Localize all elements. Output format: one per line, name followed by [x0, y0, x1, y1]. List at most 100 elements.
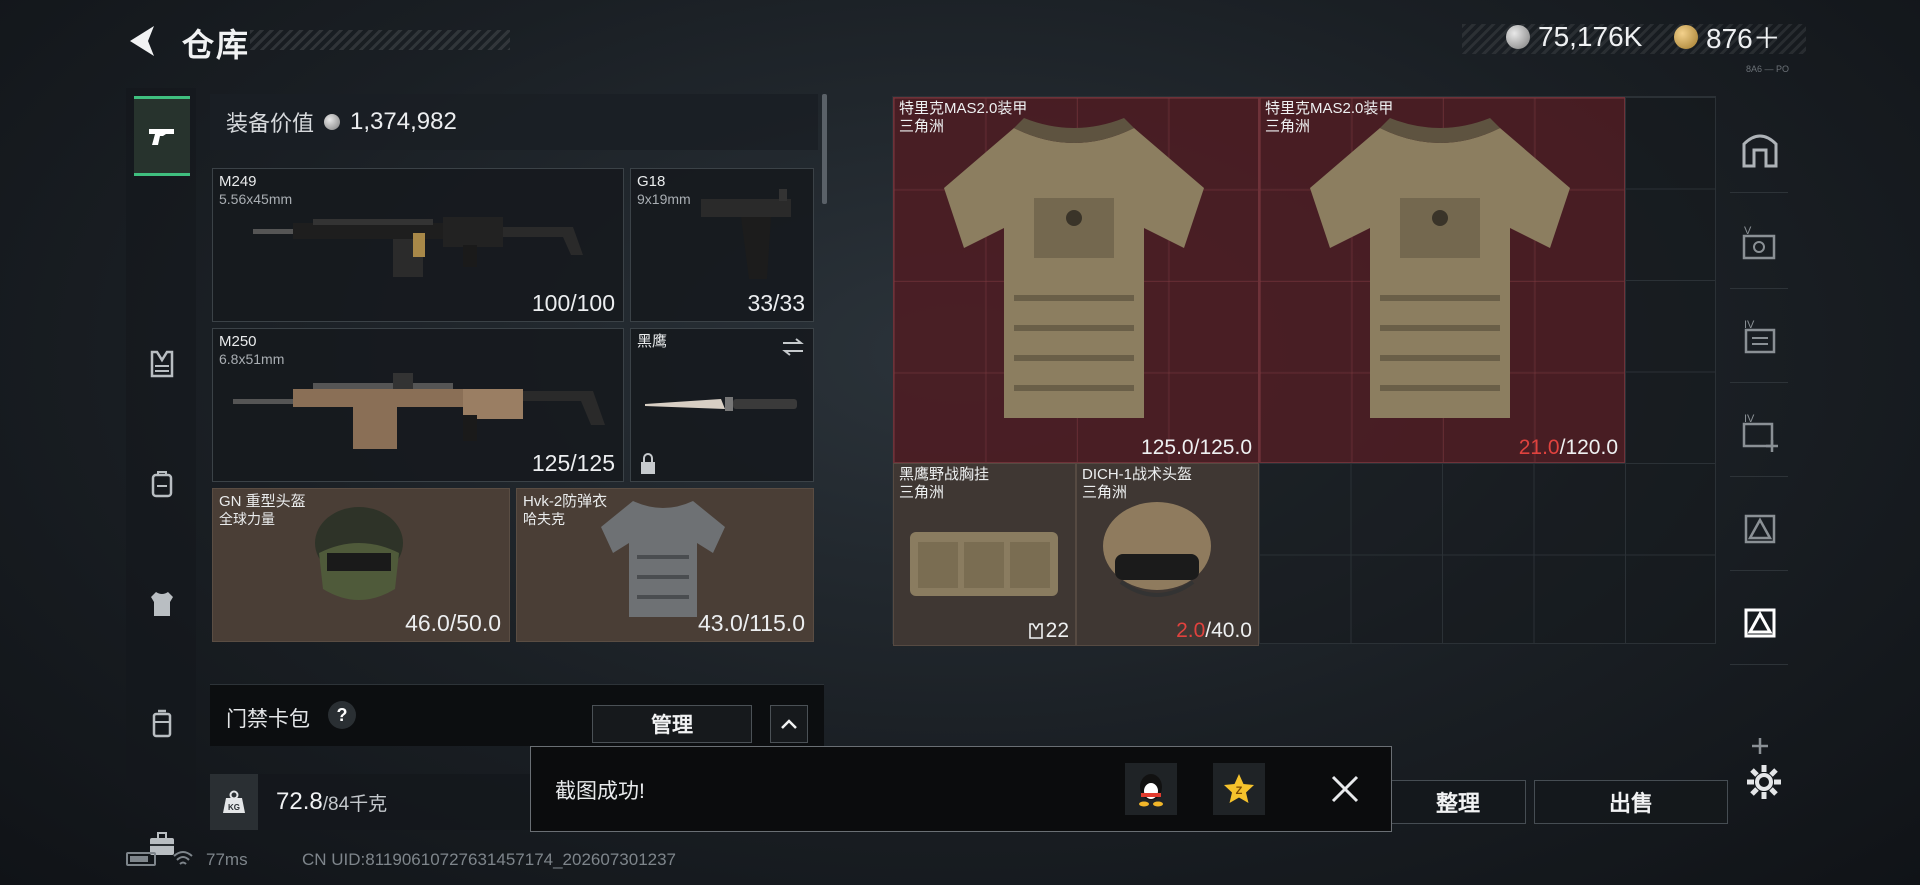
stash-add-icon: IV — [1742, 413, 1778, 452]
gold-amount: 876＋ — [1706, 23, 1781, 54]
title-stripe-decoration — [250, 30, 510, 50]
pistol-slot[interactable]: G18 9x19mm 33/33 — [630, 168, 814, 322]
stash-item-chest-rig[interactable]: 黑鹰野战胸挂 三角洲 22 — [893, 463, 1076, 646]
item-durability: 125/125 — [531, 450, 615, 476]
helmet-slot[interactable]: GN 重型头盔 全球力量 46.0/50.0 — [212, 488, 510, 642]
item-name: GN 重型头盔 — [219, 493, 306, 510]
sell-button[interactable]: 出售 — [1534, 780, 1728, 824]
stash-iv-icon: IV — [1744, 319, 1776, 354]
silver-currency: 75,176K — [1506, 21, 1643, 52]
nav-weapons[interactable] — [134, 96, 190, 176]
item-name: G18 — [637, 173, 666, 190]
qq-penguin-icon — [1139, 774, 1163, 807]
nav-armor[interactable] — [134, 564, 190, 644]
ping-value: 77ms — [206, 850, 248, 869]
help-icon[interactable]: ? — [328, 701, 356, 729]
settings-gear-icon[interactable] — [1744, 762, 1784, 802]
current-weight: 72.8 — [276, 788, 323, 815]
item-name: 特里克MAS2.0装甲 — [899, 100, 1028, 117]
svg-text:Z: Z — [1236, 785, 1243, 797]
nav-container[interactable] — [134, 684, 190, 764]
close-icon[interactable] — [1327, 771, 1363, 807]
item-brand: 全球力量 — [219, 511, 275, 527]
stash-v-icon: V — [1742, 225, 1776, 260]
pistol-icon — [149, 129, 174, 145]
equipment-value-bar: 装备价值 1,374,982 — [210, 94, 818, 150]
chevron-up-icon — [781, 719, 797, 729]
helmet-image — [1103, 502, 1211, 597]
melee-slot[interactable]: 黑鹰 — [630, 328, 814, 482]
nav-backpack[interactable] — [134, 444, 190, 524]
armor-vest-image — [1310, 118, 1570, 418]
item-caliber: 9x19mm — [637, 191, 691, 207]
helmet-image — [315, 507, 403, 600]
stash-tabs-sidebar: V IV IV — [1726, 92, 1792, 832]
armor-vest-image — [944, 118, 1204, 418]
item-durability: 43.0/115.0 — [697, 610, 805, 636]
wifi-icon — [173, 851, 193, 865]
machine-gun-image — [233, 373, 605, 449]
keycard-pack-label: 门禁卡包 — [226, 708, 310, 731]
lock-icon — [641, 453, 655, 474]
nav-chest-rig[interactable] — [134, 324, 190, 404]
svg-text:IV: IV — [1744, 319, 1755, 331]
stash-tab-delta-active[interactable] — [1734, 592, 1786, 648]
stash-tab-main[interactable] — [1734, 120, 1786, 176]
chest-rig-image — [910, 532, 1058, 596]
silver-amount: 75,176K — [1538, 21, 1643, 52]
equipment-value: 1,374,982 — [350, 108, 457, 135]
expand-collapse-button[interactable] — [770, 705, 808, 743]
equipment-scrollbar[interactable] — [822, 94, 827, 204]
item-durability: 100/100 — [531, 290, 615, 316]
container-icon — [152, 709, 172, 738]
share-qq-button[interactable] — [1125, 763, 1177, 815]
machine-gun-image — [253, 217, 583, 277]
item-name: 黑鹰野战胸挂 — [899, 466, 990, 483]
item-durability: 21.0/120.0 — [1518, 436, 1618, 459]
stash-tab-delta[interactable] — [1734, 498, 1786, 554]
battery-icon — [126, 852, 156, 866]
share-qzone-button[interactable]: Z — [1213, 763, 1265, 815]
gold-currency[interactable]: 876＋ — [1674, 22, 1781, 54]
item-count: 22 — [1028, 619, 1069, 643]
weight-icon: KG — [210, 774, 258, 830]
armor-icon — [151, 592, 173, 616]
category-sidebar — [126, 88, 196, 855]
item-brand: 哈夫克 — [523, 511, 565, 527]
primary-weapon-slot[interactable]: M249 5.56x45mm 100/100 — [212, 168, 624, 322]
silver-coin-icon — [324, 114, 341, 130]
delta-stash-icon — [1744, 608, 1776, 638]
body-armor-image — [601, 501, 725, 617]
swap-icon[interactable] — [781, 337, 805, 357]
stash-tab-v[interactable]: V — [1734, 216, 1786, 272]
item-durability: 46.0/50.0 — [405, 610, 501, 636]
gold-coin-icon — [1674, 25, 1698, 49]
backpack-icon — [151, 471, 173, 498]
chest-rig-icon — [1028, 623, 1043, 639]
item-durability: 2.0/40.0 — [1176, 619, 1252, 642]
item-name: M250 — [219, 333, 257, 350]
delta-stash-icon — [1744, 514, 1776, 544]
stash-item-armor[interactable]: 特里克MAS2.0装甲 三角洲 125.0/125.0 — [893, 97, 1259, 463]
secondary-weapon-slot[interactable]: M250 6.8x51mm 125/125 — [212, 328, 624, 482]
back-arrow-icon[interactable] — [124, 22, 158, 60]
keycard-pack-bar: 门禁卡包 ? 管理 — [210, 684, 824, 746]
stash-item-armor[interactable]: 特里克MAS2.0装甲 三角洲 21.0/120.0 — [1259, 97, 1625, 463]
nav-case[interactable] — [134, 804, 190, 884]
stash-tab-iv-plus[interactable]: IV — [1734, 404, 1786, 460]
knife-image — [645, 397, 797, 411]
weight-capacity: /84千克 — [322, 793, 388, 815]
svg-text:KG: KG — [228, 803, 240, 812]
tiny-label: 8A6 — PO — [1746, 64, 1790, 74]
user-uid: CN UID:8119061072763145717​4_20260730123… — [302, 850, 677, 869]
pistol-image — [701, 189, 791, 279]
manage-button[interactable]: 管理 — [592, 705, 752, 743]
item-durability: 125.0/125.0 — [1141, 436, 1252, 459]
stash-tab-iv[interactable]: IV — [1734, 310, 1786, 366]
arch-icon — [1742, 134, 1778, 168]
screenshot-toast: 截图成功! Z — [530, 746, 1392, 832]
stash-item-helmet[interactable]: DICH-1战术头盔 三角洲 2.0/40.0 — [1076, 463, 1259, 646]
item-name: 黑鹰 — [637, 333, 668, 350]
sort-button[interactable]: 整理 — [1390, 780, 1526, 824]
armor-slot[interactable]: Hvk-2防弹衣 哈夫克 43.0/115.0 — [516, 488, 814, 642]
